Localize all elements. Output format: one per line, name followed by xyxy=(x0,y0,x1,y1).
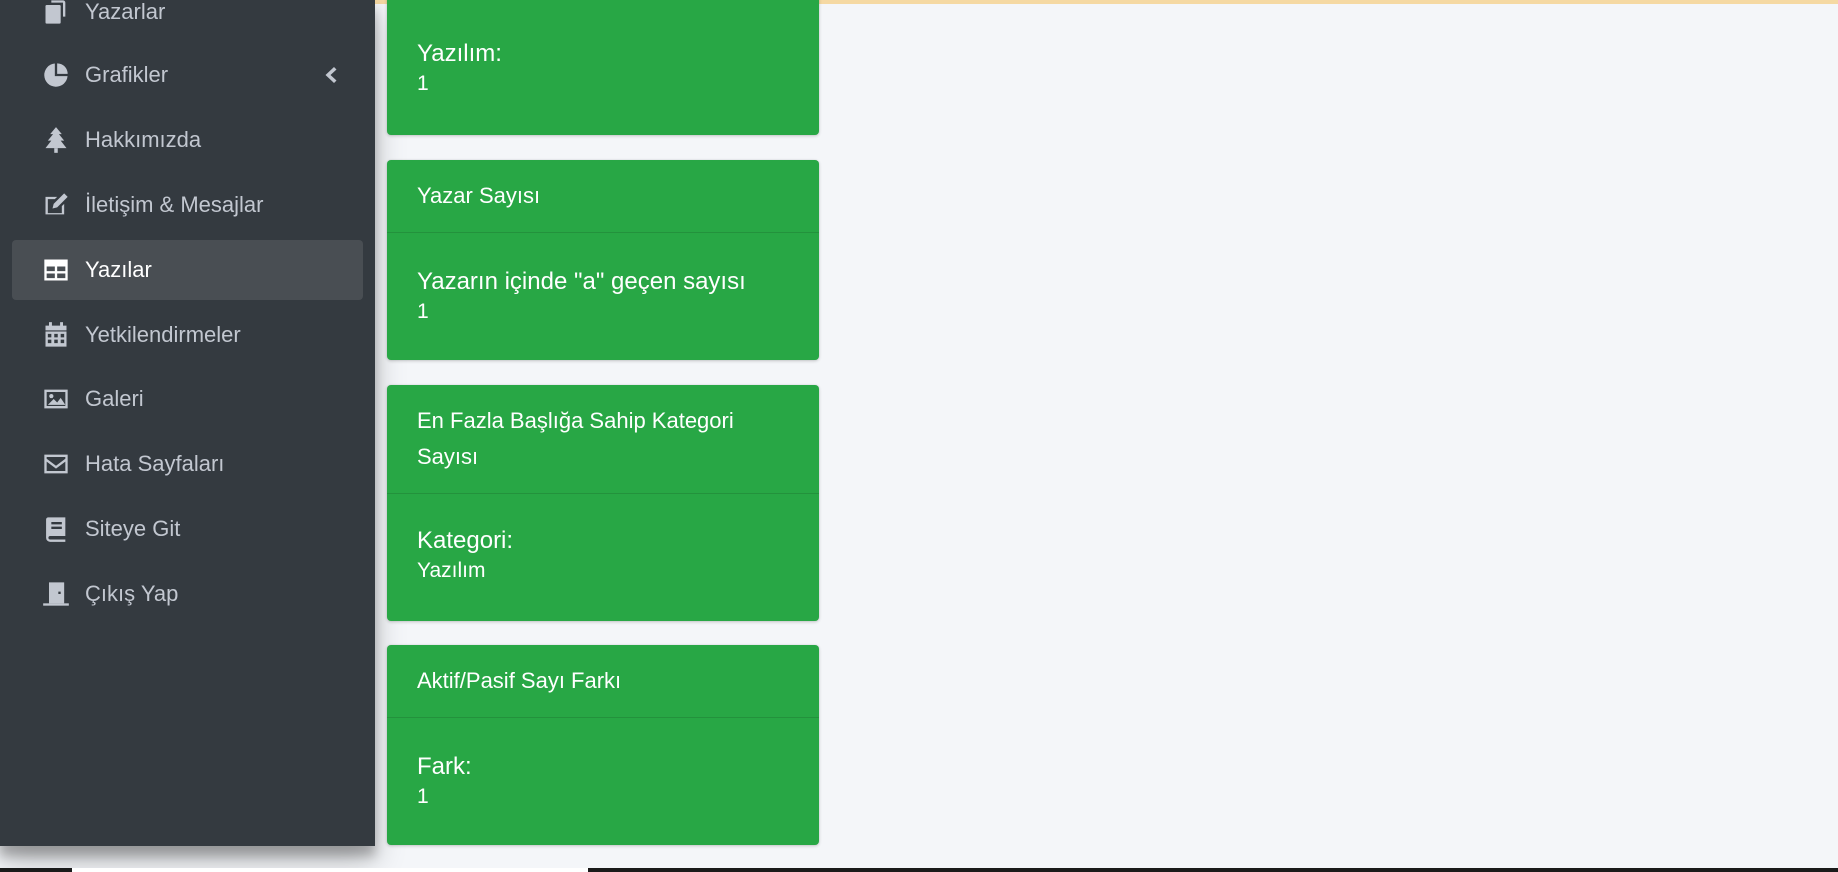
sidebar-item-hata-sayfalari[interactable]: Hata Sayfaları xyxy=(12,434,363,494)
card-value: 1 xyxy=(417,785,429,808)
sidebar-item-hakkimizda[interactable]: Hakkımızda xyxy=(12,110,363,170)
calendar-icon xyxy=(40,319,72,351)
copy-icon xyxy=(40,0,72,28)
table-icon xyxy=(40,254,72,286)
card-header: Aktif/Pasif Sayı Farkı xyxy=(387,645,819,718)
sidebar-item-cikis-yap[interactable]: Çıkış Yap xyxy=(12,564,363,624)
stat-card-yazar-sayisi: Yazar Sayısı Yazarın içinde "a" geçen sa… xyxy=(387,160,819,360)
pie-chart-icon xyxy=(40,59,72,91)
tree-icon xyxy=(40,124,72,156)
card-key: Fark: xyxy=(417,753,472,780)
taskbar-segment xyxy=(72,868,588,872)
image-icon xyxy=(40,383,72,415)
edit-icon xyxy=(40,189,72,221)
card-value: 1 xyxy=(417,72,429,95)
door-icon xyxy=(40,578,72,610)
card-key: Yazarın içinde "a" geçen sayısı xyxy=(417,268,746,295)
sidebar-item-yetkilendirmeler[interactable]: Yetkilendirmeler xyxy=(12,305,363,365)
sidebar-item-label: Galeri xyxy=(85,386,144,411)
chevron-left-icon[interactable] xyxy=(321,64,341,86)
card-header: En Fazla Başlığa Sahip Kategori Sayısı xyxy=(387,385,819,494)
sidebar-item-galeri[interactable]: Galeri xyxy=(12,369,363,429)
sidebar-item-label: Hata Sayfaları xyxy=(85,451,225,476)
main-content: Yazılım: 1 Yazar Sayısı Yazarın içinde "… xyxy=(375,0,1838,846)
stat-card-aktif-pasif: Aktif/Pasif Sayı Farkı Fark: 1 xyxy=(387,645,819,845)
card-value: 1 xyxy=(417,300,429,323)
sidebar-item-yazarlar[interactable]: Yazarlar xyxy=(12,0,363,42)
envelope-icon xyxy=(40,448,72,480)
stat-card-yazilim: Yazılım: 1 xyxy=(387,0,819,135)
stat-card-kategori: En Fazla Başlığa Sahip Kategori Sayısı K… xyxy=(387,385,819,621)
sidebar-item-yazilar[interactable]: Yazılar xyxy=(12,240,363,300)
sidebar-item-label: Yetkilendirmeler xyxy=(85,322,241,347)
sidebar: Yazarlar Grafikler Hakkımızda İletişim &… xyxy=(0,0,375,846)
sidebar-item-label: İletişim & Mesajlar xyxy=(85,192,264,217)
book-icon xyxy=(40,513,72,545)
sidebar-item-label: Yazılar xyxy=(85,257,152,282)
sidebar-item-iletisim[interactable]: İletişim & Mesajlar xyxy=(12,175,363,235)
card-key: Kategori: xyxy=(417,527,514,554)
sidebar-item-siteye-git[interactable]: Siteye Git xyxy=(12,499,363,559)
sidebar-item-label: Yazarlar xyxy=(85,0,166,24)
sidebar-item-label: Siteye Git xyxy=(85,516,181,541)
sidebar-item-label: Hakkımızda xyxy=(85,127,202,152)
card-value: Yazılım xyxy=(417,559,486,582)
card-key: Yazılım: xyxy=(417,40,502,67)
sidebar-item-label: Çıkış Yap xyxy=(85,581,179,606)
card-header: Yazar Sayısı xyxy=(387,160,819,233)
sidebar-item-grafikler[interactable]: Grafikler xyxy=(12,45,363,105)
sidebar-item-label: Grafikler xyxy=(85,62,169,87)
